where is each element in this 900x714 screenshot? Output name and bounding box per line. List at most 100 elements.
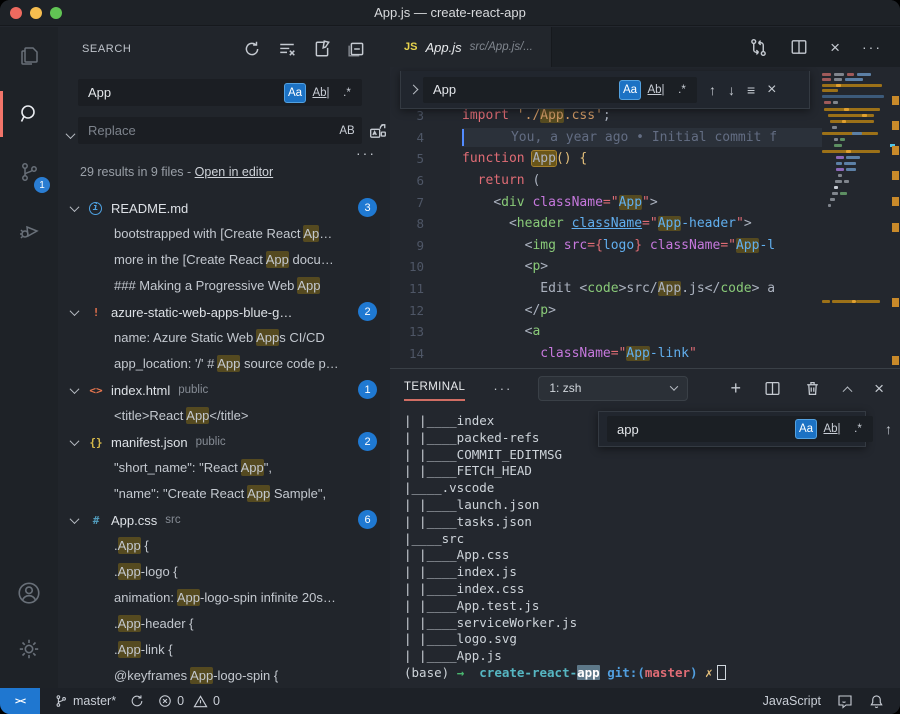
- minimize-window-button[interactable]: [30, 7, 42, 19]
- branch-status[interactable]: master*: [54, 694, 116, 708]
- language-mode[interactable]: JavaScript: [763, 694, 821, 708]
- line-number: 11: [390, 281, 434, 296]
- replace-input[interactable]: [86, 122, 336, 139]
- previous-match-icon[interactable]: ↑: [885, 422, 892, 436]
- whole-word-toggle[interactable]: Ab|: [310, 83, 332, 103]
- gear-icon: [16, 636, 42, 662]
- next-match-icon[interactable]: ↓: [728, 83, 735, 97]
- search-panel: SEARCH: [58, 27, 390, 688]
- split-terminal-icon[interactable]: [764, 380, 781, 397]
- file-name: App.css: [111, 513, 157, 528]
- previous-match-icon[interactable]: ↑: [709, 83, 716, 97]
- tab-terminal[interactable]: TERMINAL: [404, 381, 465, 395]
- search-match-row[interactable]: app_location: '/' # App source code p…: [58, 351, 390, 377]
- search-match-row[interactable]: animation: App-logo-spin infinite 20s…: [58, 585, 390, 611]
- search-match-row[interactable]: name: Azure Static Web Apps CI/CD: [58, 325, 390, 351]
- search-file-row[interactable]: iREADME.md3: [58, 195, 390, 221]
- minimap-block: [822, 132, 878, 135]
- sidebar-item-explorer[interactable]: [0, 27, 58, 85]
- maximize-panel-icon[interactable]: [844, 385, 851, 392]
- tab-appjs[interactable]: JS App.js src/App.js/...: [390, 27, 552, 67]
- problems-status[interactable]: 0 0: [158, 694, 220, 709]
- search-match-row[interactable]: more in the [Create React App docu…: [58, 247, 390, 273]
- search-match-row[interactable]: .App-link {: [58, 637, 390, 663]
- feedback-icon[interactable]: [837, 693, 853, 709]
- kill-terminal-icon[interactable]: [804, 380, 821, 397]
- match-case-toggle[interactable]: Aa: [795, 419, 817, 439]
- terminal-select[interactable]: 1: zsh: [538, 376, 688, 401]
- minimap-block: [828, 204, 831, 207]
- minimap-block: [844, 162, 856, 165]
- collapse-all-icon[interactable]: [348, 40, 366, 58]
- terminal-output[interactable]: | |____index| |____packed-refs| |____COM…: [404, 413, 894, 684]
- search-match-row[interactable]: .App-header {: [58, 611, 390, 637]
- editor-group: JS App.js src/App.js/... ×: [390, 27, 900, 368]
- minimap[interactable]: [822, 69, 888, 368]
- ruler-mark: [892, 223, 899, 232]
- new-terminal-icon[interactable]: +: [731, 379, 742, 397]
- close-panel-icon[interactable]: ×: [874, 380, 884, 397]
- search-match-row[interactable]: bootstrapped with [Create React Ap…: [58, 221, 390, 247]
- ruler-mark: [892, 121, 899, 130]
- new-search-editor-icon[interactable]: [313, 40, 331, 58]
- open-in-editor-link[interactable]: Open in editor: [195, 165, 274, 179]
- sidebar-item-source-control[interactable]: 1: [0, 143, 58, 201]
- sidebar-item-run-debug[interactable]: [0, 201, 58, 259]
- search-match-row[interactable]: ### Making a Progressive Web App: [58, 273, 390, 299]
- javascript-file-icon: JS: [404, 41, 417, 53]
- terminal-cursor: [717, 665, 726, 680]
- editor-more-actions-icon[interactable]: ···: [862, 40, 882, 54]
- search-file-row[interactable]: !azure-static-web-apps-blue-g…2: [58, 299, 390, 325]
- regex-toggle[interactable]: .*: [336, 83, 358, 103]
- sidebar-item-search[interactable]: [0, 85, 58, 143]
- terminal-line: | |____index.js: [404, 564, 894, 581]
- code-line: 10 <p>: [390, 256, 822, 278]
- terminal-line: | |____logo.svg: [404, 631, 894, 648]
- preserve-case-toggle[interactable]: AB: [336, 121, 358, 141]
- sync-status[interactable]: [130, 694, 144, 708]
- remote-indicator[interactable]: ><: [0, 688, 40, 714]
- search-match-row[interactable]: .App {: [58, 533, 390, 559]
- search-input[interactable]: [86, 84, 284, 101]
- whole-word-toggle[interactable]: Ab|: [645, 80, 667, 100]
- search-match-row[interactable]: "short_name": "React App",: [58, 455, 390, 481]
- sidebar-item-account[interactable]: [0, 564, 58, 622]
- search-file-row[interactable]: <>index.htmlpublic1: [58, 377, 390, 403]
- clear-search-results-icon[interactable]: [278, 40, 296, 58]
- toggle-replace-button[interactable]: [405, 71, 421, 108]
- search-match-row[interactable]: "name": "Create React App Sample",: [58, 481, 390, 507]
- match-case-toggle[interactable]: Aa: [284, 83, 306, 103]
- open-changes-icon[interactable]: [749, 38, 768, 57]
- search-match-row[interactable]: @keyframes App-logo-spin {: [58, 663, 390, 688]
- minimap-block: [836, 162, 842, 165]
- minimap-block: [832, 192, 838, 195]
- terminal-find-input[interactable]: [615, 421, 795, 438]
- panel-more-actions[interactable]: ···: [493, 381, 512, 396]
- close-editor-icon[interactable]: ×: [830, 39, 840, 56]
- search-file-row[interactable]: #App.csssrc6: [58, 507, 390, 533]
- zoom-window-button[interactable]: [50, 7, 62, 19]
- minimap-block: [847, 73, 854, 76]
- search-file-row[interactable]: {}manifest.jsonpublic2: [58, 429, 390, 455]
- find-in-selection-icon[interactable]: ≡: [747, 83, 755, 97]
- regex-toggle[interactable]: .*: [847, 419, 869, 439]
- minimap-block: [828, 114, 874, 117]
- whole-word-toggle[interactable]: Ab|: [821, 419, 843, 439]
- search-match-row[interactable]: <title>React App</title>: [58, 403, 390, 429]
- match-case-toggle[interactable]: Aa: [619, 80, 641, 100]
- close-window-button[interactable]: [10, 7, 22, 19]
- toggle-replace-button[interactable]: [63, 123, 77, 147]
- search-more-actions[interactable]: ···: [356, 145, 376, 161]
- close-find-icon[interactable]: ×: [767, 82, 776, 98]
- split-editor-icon[interactable]: [790, 38, 808, 56]
- code-editor[interactable]: Aa Ab| .* ↑ ↓ ≡ × 3import './App.css';4 …: [390, 67, 900, 368]
- editor-find-input[interactable]: [431, 81, 619, 98]
- notifications-bell-icon[interactable]: [869, 694, 884, 709]
- line-number: 10: [390, 259, 434, 274]
- search-match-row[interactable]: .App-logo {: [58, 559, 390, 585]
- ruler-mark: [892, 197, 899, 206]
- refresh-icon[interactable]: [243, 40, 261, 58]
- regex-toggle[interactable]: .*: [671, 80, 693, 100]
- sidebar-item-settings[interactable]: [0, 620, 58, 678]
- replace-all-icon[interactable]: [368, 121, 388, 141]
